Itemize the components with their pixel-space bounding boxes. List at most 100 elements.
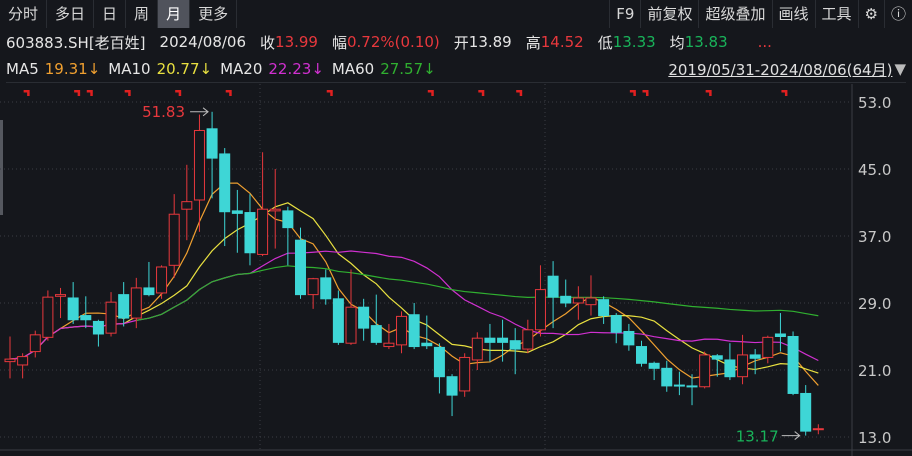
candle bbox=[156, 265, 168, 299]
candle-body bbox=[206, 128, 218, 159]
ma-value: 19.31↓ bbox=[44, 60, 101, 78]
candle bbox=[661, 360, 673, 392]
candle-body bbox=[762, 336, 774, 358]
candle bbox=[17, 353, 29, 379]
candle bbox=[800, 385, 812, 436]
min-price-label: 13.17 bbox=[736, 428, 779, 446]
candle-body bbox=[282, 210, 294, 229]
candle-body bbox=[143, 287, 155, 296]
candle bbox=[92, 319, 104, 347]
high-value: 14.52 bbox=[540, 33, 584, 51]
ma-legend: MA5 19.31↓ MA10 20.77↓ MA20 22.23↓ MA60 27.57↓ … bbox=[6, 56, 906, 83]
scrollbar bbox=[0, 120, 3, 215]
candle bbox=[244, 194, 256, 266]
tool-4[interactable]: 工具 bbox=[814, 0, 858, 28]
candle-body bbox=[156, 266, 168, 294]
event-flag-icon bbox=[427, 90, 434, 96]
candle bbox=[80, 296, 92, 329]
candle-body bbox=[497, 337, 509, 343]
low-label: 低 bbox=[597, 33, 613, 52]
candle bbox=[522, 319, 534, 354]
candle-body bbox=[737, 354, 749, 378]
candle-body bbox=[244, 212, 256, 254]
candle bbox=[4, 336, 16, 379]
range-dropdown-icon[interactable]: ▼ bbox=[894, 60, 906, 78]
ma-value: 20.77↓ bbox=[156, 60, 213, 78]
candle bbox=[484, 323, 496, 362]
candle-body bbox=[92, 320, 104, 335]
candle bbox=[534, 265, 546, 337]
kline-chart[interactable]: 53.0 45.0 37.0 29.0 21.0 13.0 51.83 13.17 bbox=[0, 84, 912, 456]
candle bbox=[130, 277, 142, 329]
candle-body bbox=[433, 346, 445, 378]
candle-body bbox=[345, 306, 357, 344]
event-flag-icon bbox=[516, 90, 523, 96]
tool-2[interactable]: 超级叠加 bbox=[698, 0, 771, 28]
close-value: 13.99 bbox=[275, 33, 318, 51]
question-circle-icon: ⓘ bbox=[890, 5, 906, 23]
candle bbox=[320, 269, 332, 305]
tab-1[interactable]: 多日 bbox=[47, 0, 95, 28]
candle bbox=[421, 315, 433, 350]
tab-3[interactable]: 周 bbox=[126, 0, 159, 28]
y-tick-label: 21.0 bbox=[858, 362, 891, 380]
candle-body bbox=[661, 367, 673, 387]
tool-1[interactable]: 前复权 bbox=[640, 0, 698, 28]
event-flag-icon bbox=[23, 90, 30, 96]
candle-body bbox=[231, 210, 243, 214]
candle-body bbox=[358, 306, 370, 329]
settings-button[interactable]: ⚙ bbox=[857, 0, 884, 28]
candle bbox=[396, 311, 408, 354]
more-button[interactable]: ... bbox=[758, 33, 772, 51]
candle-body bbox=[42, 296, 54, 338]
candle bbox=[497, 319, 509, 362]
candle-body bbox=[749, 354, 761, 359]
candle-body bbox=[219, 153, 231, 213]
high-label: 高 bbox=[525, 33, 541, 52]
tab-5[interactable]: 更多 bbox=[190, 0, 238, 28]
candle bbox=[219, 148, 231, 247]
candle-body bbox=[168, 213, 180, 266]
candle-body bbox=[105, 301, 117, 334]
event-flag-icon bbox=[124, 90, 131, 96]
candle-body bbox=[408, 314, 420, 348]
candle bbox=[294, 227, 306, 299]
help-button[interactable]: ⓘ bbox=[883, 0, 912, 28]
y-tick-label: 37.0 bbox=[858, 228, 891, 246]
candle-body bbox=[459, 356, 471, 392]
candle bbox=[206, 111, 218, 199]
event-flag-icon bbox=[642, 90, 649, 96]
change-value: 0.72%(0.10) bbox=[347, 33, 440, 51]
tab-4[interactable]: 月 bbox=[158, 0, 191, 28]
tab-0[interactable]: 分时 bbox=[0, 0, 48, 28]
candle bbox=[332, 290, 344, 345]
ma-value: 22.23↓ bbox=[268, 60, 324, 78]
event-flag-icon bbox=[175, 90, 182, 96]
event-flag-icon bbox=[781, 90, 788, 96]
candle-body bbox=[4, 358, 16, 363]
ma60-line bbox=[136, 265, 819, 321]
candle-body bbox=[130, 287, 142, 319]
candle-body bbox=[471, 337, 483, 361]
candle bbox=[762, 335, 774, 364]
candle bbox=[168, 194, 180, 278]
candle bbox=[408, 303, 420, 350]
candle-body bbox=[623, 330, 635, 346]
candle-body bbox=[370, 325, 382, 343]
candle-body bbox=[673, 384, 685, 387]
candle bbox=[29, 330, 41, 358]
candle-body bbox=[724, 359, 736, 378]
gear-icon: ⚙ bbox=[864, 5, 878, 23]
candle bbox=[673, 371, 685, 396]
tool-0[interactable]: F9 bbox=[609, 0, 640, 28]
date-range[interactable]: 2019/05/31-2024/08/06(64月) bbox=[668, 59, 892, 80]
tab-2[interactable]: 日 bbox=[94, 0, 127, 28]
candle bbox=[105, 292, 117, 337]
candle-body bbox=[17, 356, 29, 366]
candle bbox=[433, 343, 445, 394]
candle bbox=[812, 424, 824, 435]
candle bbox=[585, 275, 597, 316]
candle bbox=[724, 343, 736, 381]
tool-3[interactable]: 画线 bbox=[771, 0, 815, 28]
candle-body bbox=[446, 376, 458, 396]
